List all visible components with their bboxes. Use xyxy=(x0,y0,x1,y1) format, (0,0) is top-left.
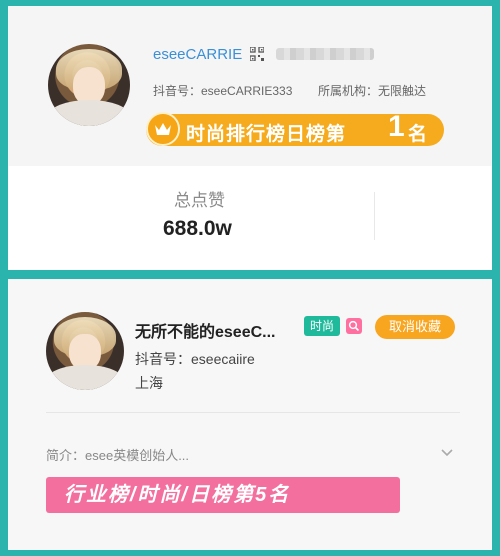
profile-card: 无所不能的eseeC... 时尚 取消收藏 抖音号：eseecaiire 上海 … xyxy=(8,279,492,550)
unfavorite-button[interactable]: 取消收藏 xyxy=(375,315,455,339)
rank-suffix: 名 xyxy=(408,124,428,145)
profile-header: eseeCARRIE 抖音号：eseeCARRIE333 所属机构：无限触达 时… xyxy=(8,6,492,166)
username[interactable]: 无所不能的eseeC... xyxy=(135,318,276,342)
influencer-card-bottom: 无所不能的eseeC... 时尚 取消收藏 抖音号：eseecaiire 上海 … xyxy=(8,279,492,550)
qr-code-icon[interactable] xyxy=(249,46,265,62)
search-icon[interactable] xyxy=(346,318,362,334)
username-link[interactable]: eseeCARRIE xyxy=(153,46,242,63)
bio-text: 简介：esee英模创始人... xyxy=(46,448,190,463)
total-likes-label: 总点赞 xyxy=(174,191,225,210)
agency-info: 所属机构：无限触达 xyxy=(318,84,427,98)
stats-section xyxy=(8,166,492,270)
avatar[interactable] xyxy=(46,312,124,390)
divider xyxy=(46,412,460,413)
category-tag: 时尚 xyxy=(304,316,340,336)
chevron-down-icon[interactable] xyxy=(440,445,454,463)
douyin-id: 抖音号：eseecaiire xyxy=(135,351,255,367)
industry-rank-banner: 行业榜/时尚/日榜第5名 xyxy=(46,477,400,513)
rank-banner: 时尚排行榜日榜第 1 名 xyxy=(146,110,444,146)
avatar[interactable] xyxy=(48,44,130,126)
crown-icon xyxy=(146,112,180,146)
total-likes-value: 688.0w xyxy=(163,217,232,240)
redacted-info xyxy=(276,48,374,60)
douyin-id: 抖音号：eseeCARRIE333 xyxy=(153,84,293,98)
rank-number: 1 xyxy=(388,110,405,143)
stats-divider xyxy=(374,192,375,240)
rank-text: 时尚排行榜日榜第 xyxy=(186,124,347,145)
influencer-card-top: eseeCARRIE 抖音号：eseeCARRIE333 所属机构：无限触达 时… xyxy=(8,6,492,270)
location: 上海 xyxy=(135,375,163,391)
